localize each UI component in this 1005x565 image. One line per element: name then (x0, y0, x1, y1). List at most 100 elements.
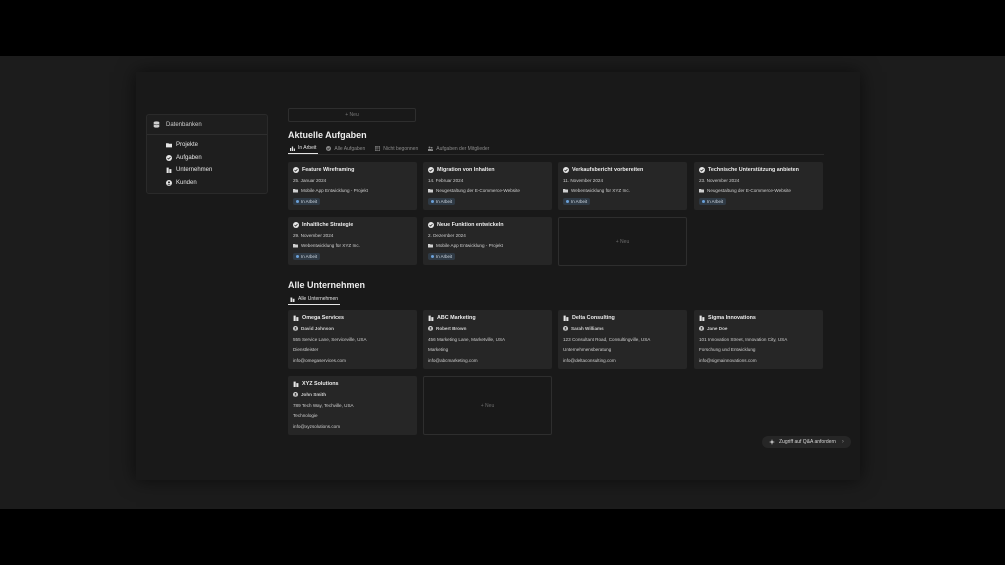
letterbox-top (0, 0, 1005, 56)
tab-alle-aufgaben[interactable]: Alle Aufgaben (324, 143, 367, 154)
new-task-card[interactable]: + Neu (558, 217, 687, 266)
tab-alle-unternehmen[interactable]: Alle Unternehmen (288, 294, 341, 305)
company-email[interactable]: info@abcmarketing.com (428, 358, 478, 363)
task-card[interactable]: Inhaltliche Strategie 29. November 2024 … (288, 217, 417, 265)
sidebar-item-aufgaben[interactable]: Aufgaben (147, 152, 267, 165)
sidebar-item-label: Unternehmen (176, 167, 213, 174)
person-circle-icon (699, 326, 704, 331)
tab-nicht-begonnen[interactable]: Nicht begonnen (373, 143, 420, 154)
task-card[interactable]: Feature Wireframing 25. Januar 2024 Mobi… (288, 162, 417, 210)
task-card[interactable]: Migration von Inhalten 14. Februar 2024 … (423, 162, 552, 210)
tab-in-arbeit[interactable]: In Arbeit (288, 143, 319, 154)
building-icon (428, 315, 434, 321)
company-name: Omega Services (302, 315, 344, 321)
company-address: 555 Service Lane, Serviceville, USA (293, 337, 367, 342)
sidebar-item-kunden[interactable]: Kunden (147, 177, 267, 190)
folder-icon (699, 188, 704, 193)
status-label: In Arbeit (436, 254, 453, 259)
task-title: Verkaufsbericht vorbereiten (572, 167, 644, 173)
task-project[interactable]: Mobile App Entwicklung - Projekt (301, 188, 368, 193)
task-title: Feature Wireframing (302, 167, 355, 173)
check-circle-icon (293, 222, 299, 228)
task-project[interactable]: Mobile App Entwicklung - Projekt (436, 243, 503, 248)
task-project[interactable]: Neugestaltung der E-Commerce-Website (707, 188, 791, 193)
person-circle-icon (166, 179, 172, 186)
notion-page: Datenbanken Projekte Aufgaben Unternehme… (136, 72, 860, 480)
company-email[interactable]: info@omegaservices.com (293, 358, 346, 363)
company-contact[interactable]: Sarah Williams (571, 326, 604, 331)
task-project[interactable]: Webentwicklung für XYZ Inc. (571, 188, 630, 193)
companies-tabs: Alle Unternehmen (288, 293, 824, 305)
databases-sidebar: Datenbanken Projekte Aufgaben Unternehme… (146, 114, 268, 194)
new-company-card[interactable]: + Neu (423, 376, 552, 435)
folder-icon (428, 243, 433, 248)
new-button-label: + Neu (345, 112, 359, 118)
table-icon (375, 146, 381, 151)
company-email[interactable]: info@xyzsolutions.com (293, 424, 340, 429)
tab-aufgaben-der-mitglieder[interactable]: Aufgaben der Mitglieder (426, 143, 491, 154)
sparkle-icon (769, 439, 775, 445)
building-icon (290, 297, 295, 302)
company-card[interactable]: Sigma Innovations Jane Doe 101 Innovatio… (694, 310, 823, 369)
task-title: Migration von Inhalten (437, 167, 495, 173)
status-label: In Arbeit (301, 254, 318, 259)
status-label: In Arbeit (436, 199, 453, 204)
folder-icon (166, 142, 172, 148)
task-project[interactable]: Neugestaltung der E-Commerce-Website (436, 188, 520, 193)
sidebar-item-projekte[interactable]: Projekte (147, 139, 267, 152)
bar-chart-icon (290, 146, 295, 151)
company-contact[interactable]: Robert Brown (436, 326, 466, 331)
company-contact[interactable]: John Smith (301, 392, 326, 397)
status-badge: In Arbeit (563, 198, 591, 205)
company-card[interactable]: Omega Services David Johnson 555 Service… (288, 310, 417, 369)
building-icon (699, 315, 705, 321)
new-button-top[interactable]: + Neu (288, 108, 416, 122)
company-email[interactable]: info@sigmainnovations.com (699, 358, 757, 363)
sidebar-item-label: Projekte (176, 142, 199, 149)
building-icon (293, 381, 299, 387)
sidebar-item-unternehmen[interactable]: Unternehmen (147, 164, 267, 177)
check-circle-icon (428, 222, 434, 228)
sidebar-item-label: Aufgaben (176, 154, 202, 161)
check-circle-icon (563, 167, 569, 173)
new-card-label: + Neu (615, 238, 630, 245)
companies-gallery: Omega Services David Johnson 555 Service… (288, 310, 824, 440)
status-label: In Arbeit (301, 199, 318, 204)
status-badge: In Arbeit (428, 198, 456, 205)
task-card[interactable]: Neue Funktion entwickeln 2. Dezember 202… (423, 217, 552, 265)
request-qa-access-button[interactable]: Zugriff auf Q&A anfordern › (762, 436, 851, 448)
company-card[interactable]: Delta Consulting Sarah Williams 123 Cons… (558, 310, 687, 369)
task-card[interactable]: Technische Unterstützung anbieten 23. No… (694, 162, 823, 210)
task-title: Neue Funktion entwickeln (437, 222, 504, 228)
task-card[interactable]: Verkaufsbericht vorbereiten 11. November… (558, 162, 687, 210)
tab-label: Aufgaben der Mitglieder (436, 145, 490, 152)
letterbox-bottom (0, 509, 1005, 565)
company-email[interactable]: info@deltaconsulting.com (563, 358, 616, 363)
task-date: 25. Januar 2024 (293, 178, 327, 183)
task-date: 14. Februar 2024 (428, 178, 464, 183)
person-circle-icon (563, 326, 568, 331)
status-label: In Arbeit (707, 199, 724, 204)
task-date: 23. November 2024 (699, 178, 740, 183)
tasks-gallery: Feature Wireframing 25. Januar 2024 Mobi… (288, 162, 824, 273)
task-date: 29. November 2024 (293, 233, 334, 238)
company-card[interactable]: ABC Marketing Robert Brown 456 Marketing… (423, 310, 552, 369)
company-card[interactable]: XYZ Solutions John Smith 789 Tech Way, T… (288, 376, 417, 435)
company-contact[interactable]: David Johnson (301, 326, 334, 331)
company-industry: Marketing (428, 347, 449, 352)
person-circle-icon (293, 392, 298, 397)
task-title: Inhaltliche Strategie (302, 222, 354, 228)
company-industry: Forschung und Entwicklung (699, 347, 756, 352)
company-industry: Unternehmensberatung (563, 347, 612, 352)
check-circle-icon (326, 146, 332, 151)
status-badge: In Arbeit (699, 198, 727, 205)
status-badge: In Arbeit (293, 253, 321, 260)
folder-icon (428, 188, 433, 193)
section-title-companies: Alle Unternehmen (288, 280, 366, 290)
company-contact[interactable]: Jane Doe (707, 326, 727, 331)
task-project[interactable]: Webentwicklung für XYZ Inc. (301, 243, 360, 248)
company-name: Delta Consulting (572, 315, 615, 321)
check-circle-icon (293, 167, 299, 173)
company-name: Sigma Innovations (708, 315, 756, 321)
company-address: 123 Consultant Road, Consultingville, US… (563, 337, 651, 342)
